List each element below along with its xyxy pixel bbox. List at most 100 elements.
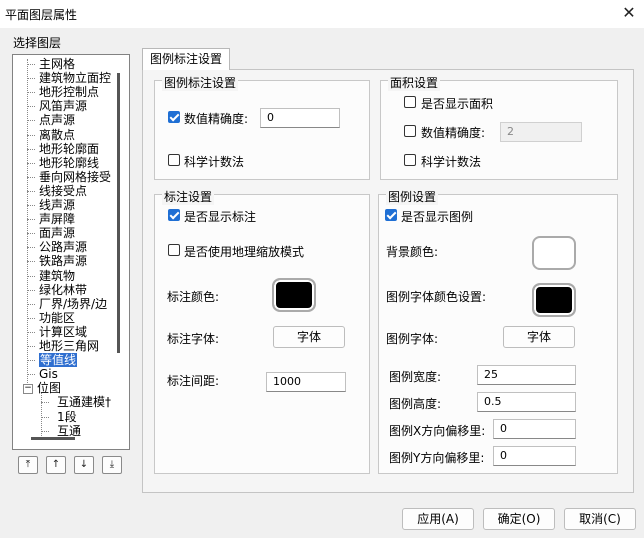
sci-notation-label: 科学计数法: [184, 155, 245, 169]
area-precision-label: 数值精确度:: [421, 126, 486, 140]
label-spacing-input[interactable]: 1000: [266, 372, 346, 392]
tree-connector: [27, 219, 35, 221]
legend-height-input[interactable]: 0.5: [477, 392, 576, 412]
vertical-scrollbar[interactable]: [117, 73, 120, 353]
legend-width-input[interactable]: 25: [477, 365, 576, 385]
label-font-label: 标注字体:: [167, 332, 220, 346]
tab-legend-label-settings[interactable]: 图例标注设置: [142, 48, 230, 70]
show-legend-checkbox[interactable]: [385, 209, 397, 221]
move-bottom-button[interactable]: ⤓: [102, 456, 122, 474]
tree-item[interactable]: 建筑物立面控: [39, 71, 111, 85]
apply-button[interactable]: 应用(A): [402, 508, 474, 530]
tree-item-gis[interactable]: Gis: [39, 367, 58, 381]
precision-input[interactable]: 0: [260, 108, 340, 128]
tree-item[interactable]: 等值线: [39, 353, 78, 368]
legend-x-offset-label: 图例X方向偏移里:: [389, 424, 486, 438]
bg-color-label: 背景颜色:: [386, 245, 439, 259]
ok-button[interactable]: 确定(O): [483, 508, 555, 530]
legend-font-color-swatch[interactable]: [532, 283, 576, 317]
tree-connector: [27, 331, 35, 333]
tree-connector-line: [27, 59, 28, 383]
show-label-checkbox[interactable]: [168, 209, 180, 221]
sci-notation-checkbox[interactable]: [168, 154, 180, 166]
legend-font-color-label: 图例字体颜色设置:: [386, 290, 487, 304]
tree-connector: [27, 148, 35, 150]
show-area-checkbox[interactable]: [404, 96, 416, 108]
tree-connector: [27, 92, 35, 94]
legend-y-offset-label: 图例Y方向偏移里:: [389, 451, 485, 465]
tree-item[interactable]: 线声源: [39, 198, 75, 212]
tree-connector: [27, 190, 35, 192]
tree-connector: [27, 162, 35, 164]
tree-item[interactable]: 线接受点: [39, 184, 87, 198]
tree-item[interactable]: 计算区域: [39, 325, 87, 339]
legend-font-button[interactable]: 字体: [503, 326, 575, 348]
tree-connector: [27, 374, 35, 376]
tree-item[interactable]: 声屏障: [39, 212, 75, 226]
area-sci-checkbox[interactable]: [404, 154, 416, 166]
tree-item[interactable]: 离散点: [39, 128, 75, 142]
tree-item[interactable]: 地形轮廓线: [39, 156, 99, 170]
label-font-button[interactable]: 字体: [273, 326, 345, 348]
area-precision-input[interactable]: 2: [500, 122, 582, 142]
horizontal-scrollbar[interactable]: [31, 437, 75, 440]
move-up-button[interactable]: ↑: [46, 456, 66, 474]
tree-item[interactable]: 铁路声源: [39, 254, 87, 268]
tree-item[interactable]: 厂界/场界/边: [39, 297, 107, 311]
collapse-icon[interactable]: −: [23, 384, 33, 395]
tree-item[interactable]: 地形轮廓面: [39, 142, 99, 156]
tree-connector: [27, 261, 35, 263]
tree-item[interactable]: 绿化林带: [39, 283, 87, 297]
tree-sub-item[interactable]: 互通: [57, 424, 81, 438]
tree-connector: [27, 176, 35, 178]
label-color-swatch[interactable]: [272, 278, 316, 312]
tree-item[interactable]: 垂向网格接受: [39, 170, 111, 184]
tree-connector: [41, 430, 49, 432]
tree-connector: [27, 64, 35, 65]
tree-connector: [27, 247, 35, 249]
tree-connector: [27, 275, 35, 277]
geo-scale-checkbox[interactable]: [168, 244, 180, 256]
show-area-label: 是否显示面积: [421, 97, 494, 111]
tree-item[interactable]: 地形三角网: [39, 339, 99, 353]
close-icon[interactable]: ✕: [620, 4, 638, 22]
tree-sub-item[interactable]: 互通建模†: [57, 395, 111, 409]
tree-item[interactable]: 建筑物: [39, 269, 75, 283]
tree-connector: [27, 106, 35, 108]
tree-item[interactable]: 风笛声源: [39, 99, 87, 113]
legend-y-offset-input[interactable]: 0: [493, 446, 576, 466]
show-label-text: 是否显示标注: [184, 210, 257, 224]
tree-connector: [27, 346, 35, 347]
legend-font-label: 图例字体:: [386, 332, 439, 346]
area-precision-checkbox[interactable]: [404, 125, 416, 137]
tree-connector: [27, 134, 35, 136]
bg-color-swatch[interactable]: [532, 236, 576, 270]
tree-connector: [27, 289, 35, 291]
legend-width-label: 图例宽度:: [389, 370, 442, 384]
tree-item[interactable]: 公路声源: [39, 240, 87, 254]
tree-sub-item[interactable]: 1段: [57, 410, 77, 424]
title-bar: [0, 0, 644, 28]
tree-connector: [41, 402, 49, 404]
tree-item[interactable]: 地形控制点: [39, 85, 99, 99]
legend-label-group-title: 图例标注设置: [162, 74, 239, 91]
tree-item[interactable]: 功能区: [39, 311, 75, 325]
tree-item[interactable]: 主网格: [39, 57, 75, 71]
tree-connector: [27, 205, 35, 206]
tree-sub-connector-line: [41, 393, 42, 436]
tree-connector: [41, 416, 49, 418]
layer-tree[interactable]: 主网格 建筑物立面控 地形控制点 风笛声源 点声源 离散点 地形轮廓面 地形轮廓线 垂向网格接受…: [12, 54, 130, 450]
tree-item[interactable]: 面声源: [39, 226, 75, 240]
tree-connector: [27, 233, 35, 235]
label-group-title: 标注设置: [162, 188, 215, 205]
cancel-button[interactable]: 取消(C): [564, 508, 636, 530]
legend-x-offset-input[interactable]: 0: [493, 419, 576, 439]
move-top-button[interactable]: ⤒: [18, 456, 38, 474]
move-down-button[interactable]: ↓: [74, 456, 94, 474]
show-legend-label: 是否显示图例: [401, 210, 474, 224]
tree-item[interactable]: 点声源: [39, 113, 75, 127]
tree-connector: [27, 120, 35, 122]
label-color-label: 标注颜色:: [167, 290, 220, 304]
precision-checkbox[interactable]: [168, 111, 180, 123]
layer-group-label: 选择图层: [13, 36, 62, 50]
